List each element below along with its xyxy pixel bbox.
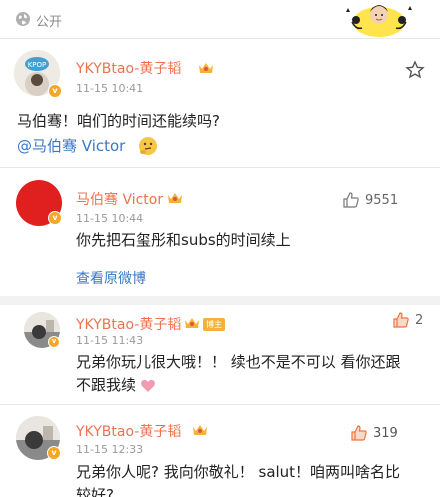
separator-band xyxy=(0,296,440,305)
blogger-tag: 博主 xyxy=(203,318,225,331)
svg-text:KPOP: KPOP xyxy=(28,61,47,69)
comment-author[interactable]: YKYBtao-黄子韬 xyxy=(76,314,181,334)
post-mention[interactable]: @马伯骞 Victor xyxy=(17,134,125,158)
comment-author[interactable]: 马伯骞 Victor xyxy=(76,189,163,209)
comment-text-line2: 较好? xyxy=(76,486,114,497)
thinking-emoji xyxy=(139,137,157,155)
post-text-line1: 马伯骞！咱们的时间还能续吗? xyxy=(17,112,220,130)
comment-time: 11-15 11:43 xyxy=(76,334,144,347)
comment-text: 你先把石玺彤和subs的时间续上 xyxy=(76,231,291,249)
like-button[interactable]: 319 xyxy=(350,424,398,442)
cartoon-sticker xyxy=(346,5,412,37)
verified-badge: v xyxy=(47,446,61,460)
comment-time: 11-15 10:44 xyxy=(76,212,144,225)
post-time: 11-15 10:41 xyxy=(76,82,144,95)
comment-time: 11-15 12:33 xyxy=(76,443,144,456)
thumbs-up-icon xyxy=(343,192,359,208)
divider xyxy=(0,404,440,405)
post-author[interactable]: YKYBtao-黄子韬 xyxy=(76,58,181,78)
comment-text-line2: 不跟我续 xyxy=(76,376,137,394)
comment-author[interactable]: YKYBtao-黄子韬 xyxy=(76,421,181,441)
thumbs-up-icon xyxy=(351,425,367,441)
divider xyxy=(0,38,440,39)
crown-icon xyxy=(168,193,182,203)
view-original-link[interactable]: 查看原微博 xyxy=(76,268,146,288)
verified-badge: v xyxy=(48,336,60,348)
crown-icon xyxy=(199,63,213,73)
comment-text-line1: 兄弟你玩儿很大哦！！ 续也不是不可以 看你还跟 xyxy=(76,353,401,371)
visibility-label: 公开 xyxy=(36,15,63,30)
globe-icon xyxy=(16,12,30,26)
like-count: 9551 xyxy=(365,192,399,208)
verified-badge: v xyxy=(48,211,62,225)
like-count: 2 xyxy=(415,312,424,328)
favorite-star-icon[interactable] xyxy=(405,60,425,80)
verified-badge: v xyxy=(48,84,62,98)
top-bar: 公开 xyxy=(0,0,440,38)
comment-text-line1: 兄弟你人呢? 我向你敬礼！ salut！咱两叫啥名比 xyxy=(76,463,401,481)
crown-icon xyxy=(193,425,207,435)
like-button[interactable]: 9551 xyxy=(342,191,398,209)
like-button[interactable]: 2 xyxy=(392,311,423,329)
heart-emoji xyxy=(141,379,155,392)
like-count: 319 xyxy=(373,425,398,441)
crown-icon xyxy=(185,318,199,328)
thumbs-up-icon xyxy=(393,312,409,328)
divider xyxy=(0,167,440,168)
